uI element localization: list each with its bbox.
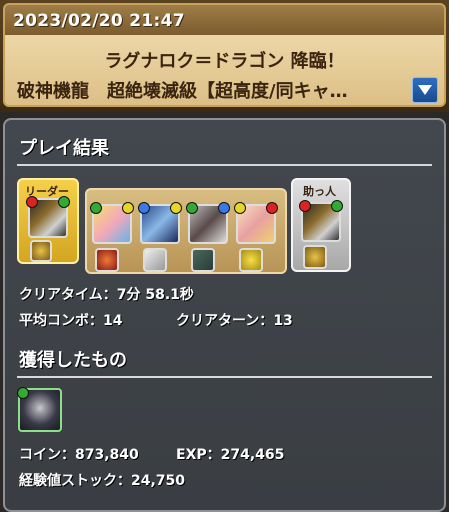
dungeon-subtitle: 破神機龍 超絶壊滅級【超高度/同キャ… — [17, 81, 348, 102]
play-result-title: プレイ結果 — [19, 138, 109, 159]
sub-assist-4-icon[interactable] — [239, 248, 263, 272]
sub-assist-3-icon[interactable] — [191, 248, 215, 272]
avg-combo-row: 平均コンボ：14 — [19, 310, 122, 330]
expand-title-button[interactable] — [412, 77, 438, 103]
chevron-down-icon — [418, 85, 432, 95]
result-panel: プレイ結果 リーダー 助っ人 クリアタイム：7分 58.1秒 平均コンボ：14 … — [3, 118, 446, 512]
leader-assist-icon[interactable] — [30, 240, 52, 262]
helper-assist-icon[interactable] — [303, 245, 327, 269]
sub-monster-2-icon[interactable] — [138, 202, 182, 244]
fire-attribute-icon — [266, 202, 278, 214]
light-attribute-icon — [234, 202, 246, 214]
clear-turn-row: クリアターン：13 — [176, 310, 293, 330]
rewards-title: 獲得したもの — [19, 350, 127, 371]
sub-monster-1-icon[interactable] — [90, 202, 134, 244]
clear-time-label: クリアタイム： — [19, 287, 117, 303]
dungeon-banner: 2023/02/20 21:47 ラグナロク＝ドラゴン 降臨！ 破神機龍 超絶壊… — [3, 3, 446, 107]
leader-frame: リーダー — [17, 178, 79, 264]
coin-label: コイン： — [19, 447, 75, 463]
coin-row: コイン：873,840 — [19, 444, 139, 464]
wood-attribute-icon — [90, 202, 102, 214]
sub-members-frame — [85, 188, 287, 274]
divider — [17, 376, 432, 378]
avg-combo-value: 14 — [103, 313, 123, 329]
light-attribute-icon — [122, 202, 134, 214]
reward-item-icon[interactable] — [17, 387, 62, 432]
light-attribute-icon — [170, 202, 182, 214]
fire-attribute-icon — [26, 196, 38, 208]
play-date: 2023/02/20 21:47 — [13, 11, 185, 31]
sub-monster-3-icon[interactable] — [186, 202, 230, 244]
divider — [17, 164, 432, 166]
wood-attribute-icon — [17, 387, 29, 399]
exp-label: EXP： — [176, 447, 221, 463]
sub-assist-1-icon[interactable] — [95, 248, 119, 272]
coin-value: 873,840 — [75, 447, 139, 463]
helper-monster-icon[interactable] — [299, 200, 343, 242]
clear-turn-value: 13 — [273, 313, 293, 329]
leader-monster-icon[interactable] — [26, 196, 70, 238]
fire-attribute-icon — [299, 200, 311, 212]
dungeon-header: 2023/02/20 21:47 ラグナロク＝ドラゴン 降臨！ 破神機龍 超絶壊… — [0, 0, 449, 112]
water-attribute-icon — [218, 202, 230, 214]
clear-turn-label: クリアターン： — [176, 313, 274, 329]
sub-assist-2-icon[interactable] — [143, 248, 167, 272]
exp-stock-row: 経験値ストック：24,750 — [19, 470, 185, 490]
wood-attribute-icon — [331, 200, 343, 212]
exp-value: 274,465 — [220, 447, 285, 463]
sub-monster-4-icon[interactable] — [234, 202, 278, 244]
exp-row: EXP：274,465 — [176, 444, 284, 464]
exp-stock-label: 経験値ストック： — [19, 473, 131, 489]
wood-attribute-icon — [186, 202, 198, 214]
clear-time-row: クリアタイム：7分 58.1秒 — [19, 284, 194, 304]
helper-label: 助っ人 — [303, 185, 336, 198]
dungeon-title: ラグナロク＝ドラゴン 降臨！ — [104, 51, 345, 72]
exp-stock-value: 24,750 — [131, 473, 186, 489]
water-attribute-icon — [138, 202, 150, 214]
date-bar: 2023/02/20 21:47 — [5, 5, 444, 35]
clear-time-value: 7分 58.1秒 — [116, 287, 194, 303]
avg-combo-label: 平均コンボ： — [19, 313, 103, 329]
helper-frame: 助っ人 — [291, 178, 351, 272]
wood-attribute-icon — [58, 196, 70, 208]
